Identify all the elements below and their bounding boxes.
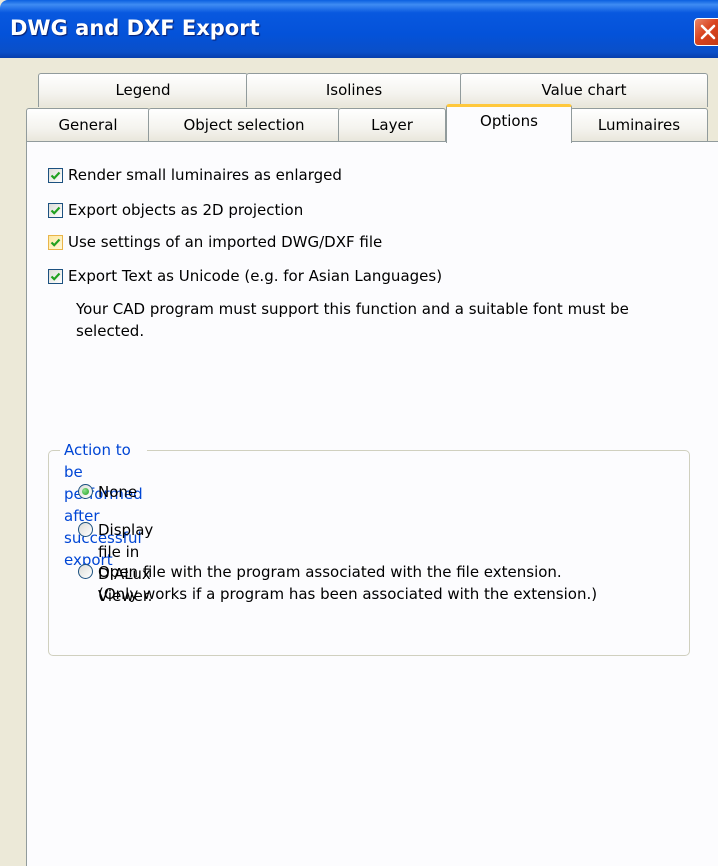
open-associated-radio-label[interactable]: Open file with the program associated wi… [98, 561, 598, 605]
tab-legend[interactable]: Legend [38, 73, 248, 107]
tab-object-selection-label: Object selection [183, 116, 305, 134]
radio-row-none[interactable]: None [78, 481, 137, 503]
tab-general-label: General [58, 116, 118, 134]
close-icon [700, 24, 716, 40]
tab-legend-label: Legend [115, 81, 171, 99]
window-title: DWG and DXF Export [10, 16, 260, 40]
tab-options[interactable]: Options [446, 104, 572, 143]
none-radio[interactable] [78, 484, 93, 499]
unicode-note: Your CAD program must support this funct… [76, 300, 629, 340]
checkmark-icon [50, 238, 61, 247]
2d-projection-checkbox[interactable] [48, 202, 63, 218]
tab-options-label: Options [480, 112, 538, 130]
tab-isolines[interactable]: Isolines [246, 73, 462, 107]
radio-selected-dot [82, 488, 89, 495]
open-associated-radio[interactable] [78, 564, 93, 579]
tab-value-chart-label: Value chart [541, 81, 627, 99]
tab-general[interactable]: General [26, 108, 150, 142]
checkmark-icon [50, 206, 61, 215]
close-button[interactable] [694, 18, 718, 46]
tab-luminaires[interactable]: Luminaires [570, 108, 708, 142]
imported-settings-checkbox[interactable] [48, 234, 63, 250]
tab-value-chart[interactable]: Value chart [460, 73, 708, 107]
unicode-checkbox[interactable] [48, 268, 63, 284]
checkbox-row-2d-projection[interactable]: Export objects as 2D projection [48, 198, 303, 222]
tab-layer[interactable]: Layer [338, 108, 446, 142]
checkbox-row-render-enlarged[interactable]: Render small luminaires as enlarged [48, 163, 342, 187]
imported-settings-label[interactable]: Use settings of an imported DWG/DXF file [68, 233, 382, 251]
checkbox-row-unicode[interactable]: Export Text as Unicode (e.g. for Asian L… [48, 264, 442, 288]
tab-isolines-label: Isolines [325, 81, 383, 99]
tab-layer-label: Layer [371, 116, 413, 134]
dialux-viewer-radio[interactable] [78, 522, 93, 537]
none-radio-label[interactable]: None [98, 481, 137, 503]
checkmark-icon [50, 272, 61, 281]
radio-row-open-associated[interactable]: Open file with the program associated wi… [78, 561, 598, 605]
checkmark-icon [50, 171, 61, 180]
2d-projection-label[interactable]: Export objects as 2D projection [68, 201, 303, 219]
render-enlarged-checkbox[interactable] [48, 167, 63, 183]
render-enlarged-label[interactable]: Render small luminaires as enlarged [68, 166, 342, 184]
unicode-label[interactable]: Export Text as Unicode (e.g. for Asian L… [68, 267, 442, 285]
tab-object-selection[interactable]: Object selection [148, 108, 340, 142]
checkbox-row-imported-settings[interactable]: Use settings of an imported DWG/DXF file [48, 230, 382, 254]
title-bar[interactable]: DWG and DXF Export [0, 0, 718, 58]
tab-luminaires-label: Luminaires [597, 116, 681, 134]
